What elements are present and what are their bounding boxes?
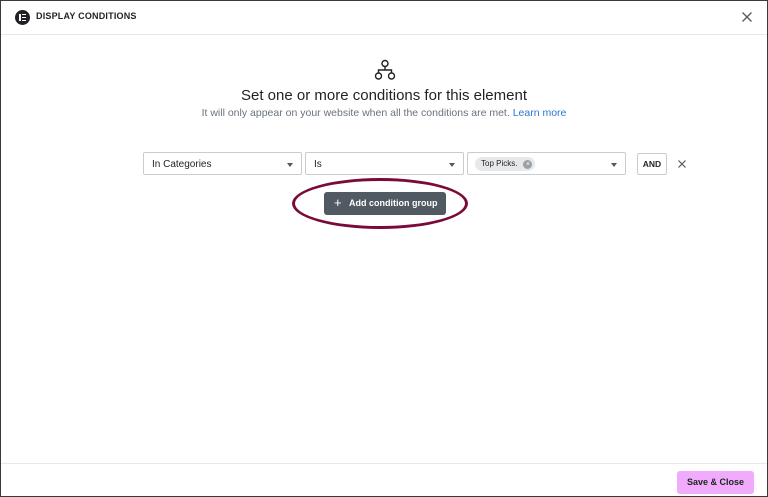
- add-condition-group-button[interactable]: + Add condition group: [324, 192, 446, 215]
- chevron-down-icon: [449, 163, 455, 167]
- chevron-down-icon: [287, 163, 293, 167]
- dialog-title: DISPLAY CONDITIONS: [36, 11, 137, 21]
- learn-more-link[interactable]: Learn more: [513, 107, 567, 119]
- display-conditions-dialog: DISPLAY CONDITIONS Set one or more condi…: [0, 0, 768, 497]
- dialog-subtitle: It will only appear on your website when…: [1, 107, 767, 119]
- close-icon[interactable]: [739, 9, 755, 25]
- remove-condition-icon[interactable]: [676, 158, 688, 170]
- plus-icon: +: [334, 195, 342, 210]
- add-group-label: Add condition group: [349, 198, 438, 208]
- save-and-close-button[interactable]: Save & Close: [677, 471, 754, 494]
- dialog-footer: Save & Close: [1, 463, 767, 497]
- operator-value: Is: [314, 159, 322, 170]
- value-chip: Top Picks. ×: [475, 157, 536, 171]
- condition-select[interactable]: In Categories: [143, 152, 302, 175]
- condition-value: In Categories: [152, 159, 212, 170]
- chevron-down-icon: [611, 163, 617, 167]
- dialog-heading: Set one or more conditions for this elem…: [241, 87, 527, 104]
- subtitle-text: It will only appear on your website when…: [201, 107, 510, 119]
- chip-label: Top Picks.: [481, 159, 518, 168]
- and-logic-button[interactable]: AND: [637, 153, 667, 175]
- sitemap-icon: [374, 59, 396, 80]
- dialog-header: DISPLAY CONDITIONS: [1, 1, 767, 35]
- operator-select[interactable]: Is: [305, 152, 464, 175]
- elementor-logo-icon: [15, 10, 30, 25]
- chip-remove-icon[interactable]: ×: [523, 159, 533, 169]
- value-multiselect[interactable]: Top Picks. ×: [467, 152, 626, 175]
